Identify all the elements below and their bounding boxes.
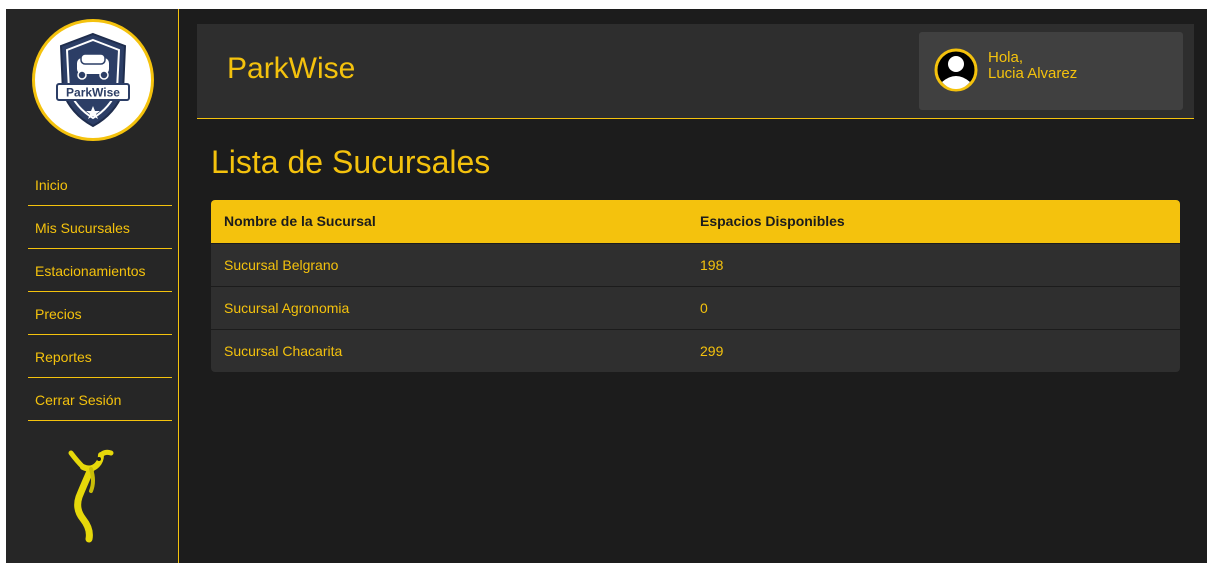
user-name: Lucia Alvarez — [988, 65, 1078, 82]
sidebar-nav: Inicio Mis Sucursales Estacionamientos P… — [28, 163, 172, 421]
sidebar-item-mis-sucursales[interactable]: Mis Sucursales — [28, 206, 172, 249]
table-row[interactable]: Sucursal Chacarita 299 — [211, 329, 1180, 372]
sidebar: ParkWise Inicio Mis Sucursales Estaciona… — [6, 9, 179, 563]
column-header-name: Nombre de la Sucursal — [224, 213, 376, 230]
sidebar-item-precios[interactable]: Precios — [28, 292, 172, 335]
sidebar-item-inicio[interactable]: Inicio — [28, 163, 172, 206]
branch-name-cell: Sucursal Chacarita — [224, 342, 343, 359]
spaces-cell: 299 — [700, 342, 724, 359]
sidebar-item-estacionamientos[interactable]: Estacionamientos — [28, 249, 172, 292]
branch-name-cell: Sucursal Agronomia — [224, 299, 350, 316]
table-header-row: Nombre de la Sucursal Espacios Disponibl… — [211, 200, 1180, 243]
shield-car-logo-icon: ParkWise — [56, 32, 130, 128]
inflatable-tube-man-icon — [61, 447, 121, 548]
logo-text: ParkWise — [66, 86, 120, 100]
spaces-cell: 198 — [700, 256, 724, 273]
logo[interactable]: ParkWise — [32, 19, 154, 141]
branches-table: Nombre de la Sucursal Espacios Disponibl… — [211, 200, 1180, 372]
user-menu[interactable]: Hola, Lucia Alvarez — [919, 32, 1183, 110]
sidebar-item-reportes[interactable]: Reportes — [28, 335, 172, 378]
table-row[interactable]: Sucursal Agronomia 0 — [211, 286, 1180, 329]
user-avatar-icon — [934, 48, 978, 92]
page-title: Lista de Sucursales — [211, 144, 491, 180]
greeting-text: Hola, — [988, 49, 1024, 66]
brand-title: ParkWise — [227, 52, 356, 85]
column-header-spaces: Espacios Disponibles — [700, 213, 845, 230]
spaces-cell: 0 — [700, 299, 708, 316]
top-header: ParkWise Hola, Lucia Alvarez — [197, 24, 1194, 119]
table-row[interactable]: Sucursal Belgrano 198 — [211, 243, 1180, 286]
user-greeting: Hola, Lucia Alvarez — [988, 50, 1077, 82]
app-root: ParkWise Inicio Mis Sucursales Estaciona… — [6, 9, 1207, 563]
sidebar-item-cerrar-sesion[interactable]: Cerrar Sesión — [28, 378, 172, 421]
branch-name-cell: Sucursal Belgrano — [224, 256, 339, 273]
